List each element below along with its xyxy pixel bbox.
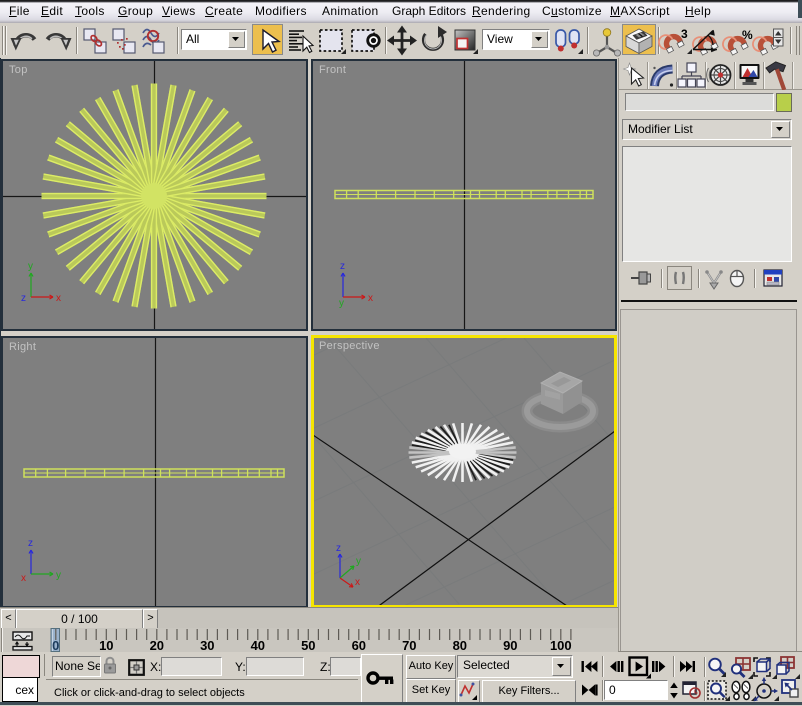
svg-text:y: y: [356, 556, 361, 567]
svg-text:0: 0: [52, 638, 59, 652]
svg-text:60: 60: [352, 638, 366, 652]
svg-text:z: z: [340, 261, 345, 272]
svg-text:y: y: [56, 570, 61, 581]
svg-text:z: z: [336, 543, 341, 554]
svg-text:20: 20: [150, 638, 164, 652]
svg-text:y: y: [28, 261, 33, 272]
svg-text:40: 40: [251, 638, 265, 652]
svg-text:y: y: [339, 298, 344, 309]
svg-text:100: 100: [550, 638, 572, 652]
svg-text:10: 10: [99, 638, 113, 652]
svg-text:x: x: [355, 577, 360, 588]
svg-text:90: 90: [503, 638, 517, 652]
svg-text:z: z: [28, 538, 33, 549]
svg-text:x: x: [368, 293, 373, 304]
svg-text:x: x: [21, 573, 26, 584]
svg-text:z: z: [21, 293, 26, 304]
svg-text:3: 3: [681, 27, 688, 41]
svg-text:80: 80: [453, 638, 467, 652]
svg-text:50: 50: [301, 638, 315, 652]
svg-text:30: 30: [200, 638, 214, 652]
svg-text:x: x: [56, 293, 61, 304]
svg-text:70: 70: [402, 638, 416, 652]
svg-text:%: %: [742, 28, 753, 42]
